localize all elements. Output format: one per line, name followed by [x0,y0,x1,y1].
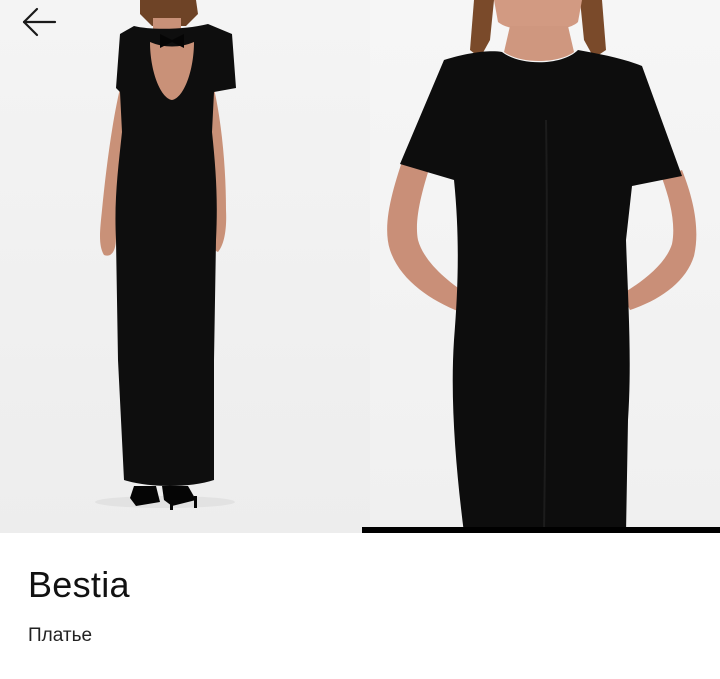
product-category: Платье [28,625,93,646]
product-photo-front[interactable] [370,0,720,533]
product-info: Bestia Платье [0,533,720,679]
dress-front-illustration [387,0,697,533]
back-button[interactable] [18,4,62,40]
product-photo-back[interactable] [0,0,370,533]
arrow-left-icon [22,7,57,37]
product-image-gallery[interactable] [0,0,720,533]
product-screen: Bestia Платье [0,0,720,679]
dress-back-illustration [95,0,236,510]
brand-name: Bestia [28,564,130,605]
